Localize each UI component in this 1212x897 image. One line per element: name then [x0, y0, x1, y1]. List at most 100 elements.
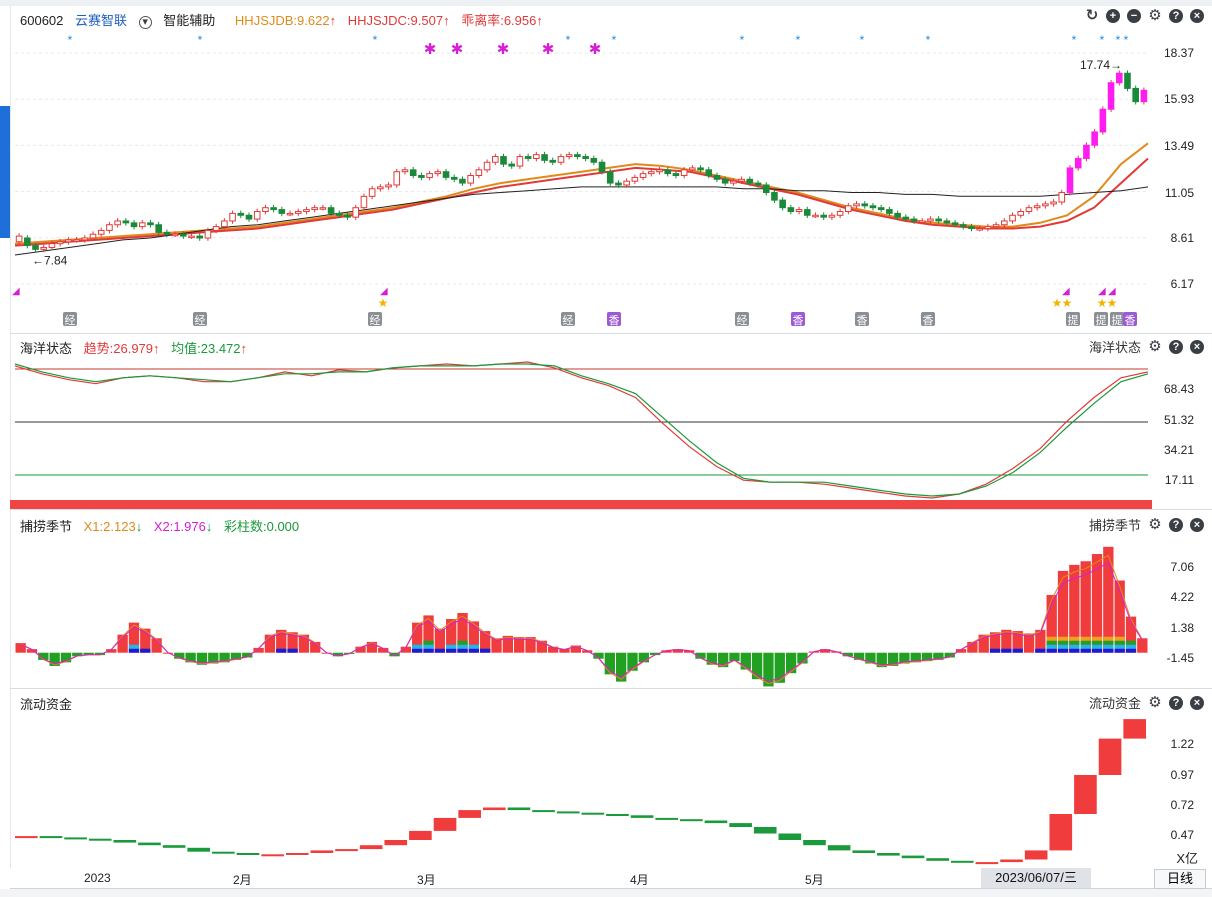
flow-bar	[1098, 738, 1122, 775]
left-sidebar-active-tab[interactable]	[0, 106, 10, 238]
flow-tick: 0.72	[1170, 798, 1194, 812]
flow-bar	[433, 817, 457, 831]
flow-bar	[1000, 859, 1023, 863]
min-price-label: ←7.84	[32, 253, 68, 267]
line-ma	[14, 186, 1149, 256]
price-tick: 13.49	[1163, 139, 1194, 153]
season-color-band	[989, 648, 1001, 653]
candle-body	[803, 209, 811, 216]
period-button[interactable]: 日线	[1154, 869, 1206, 889]
candle-body	[845, 205, 852, 212]
badge-label: 香	[857, 314, 868, 327]
flow-bar	[409, 830, 432, 840]
candle-body	[196, 235, 204, 239]
flow-bar	[39, 836, 63, 839]
candle-body	[1025, 207, 1033, 212]
line-x2	[20, 561, 1143, 682]
candle-body	[434, 171, 442, 175]
season-color-band	[1125, 648, 1137, 653]
season-color-band	[1080, 648, 1091, 653]
flow-bar	[1049, 814, 1073, 851]
candle-body	[968, 226, 975, 230]
season-color-band	[287, 648, 298, 653]
line-x1	[20, 554, 1143, 685]
badge-label: 香	[1125, 314, 1136, 327]
catch-season-panel: 捕捞季节 X1:2.123↓ X2:1.976↓ 彩柱数:0.000 捕捞季节 …	[10, 512, 1212, 689]
flow-funds-panel: 流动资金 流动资金 ⚙ ? × 1.22 0.97 0.72 0.47 X亿	[10, 690, 1212, 868]
flow-bar	[630, 815, 654, 818]
candle-body	[779, 199, 786, 209]
candle-body	[1099, 108, 1107, 133]
candlestick-chart: 17.74→←7.84* * * * * * * * * * * * *✱ ✱ ✱ ✱ ✱经经经经香经香香香提提…	[12, 33, 1149, 327]
flow-bar	[680, 819, 703, 822]
candle-body	[73, 239, 80, 242]
candle-body	[138, 222, 146, 228]
season-color-band	[1080, 644, 1091, 649]
candle-body	[516, 156, 524, 167]
candle-body	[48, 243, 56, 248]
candle-body	[171, 233, 179, 237]
flow-bar	[285, 853, 309, 855]
signal-star-icon: *	[1072, 33, 1077, 47]
trend-line	[14, 361, 1149, 499]
candle-body	[1124, 72, 1131, 89]
signal-star-icon: *	[926, 33, 931, 47]
ocean-state-chart	[10, 361, 1152, 509]
candle-body	[491, 156, 499, 163]
badge-label: 经	[370, 314, 381, 327]
badge-label: 香	[609, 314, 620, 327]
flow-unit: X亿	[1176, 851, 1198, 866]
candle-body	[97, 229, 105, 235]
candle-body	[894, 212, 901, 218]
candle-body	[664, 169, 672, 175]
candle-body	[1033, 205, 1041, 209]
candle-body	[557, 156, 565, 163]
candle-body	[754, 182, 762, 186]
season-color-band	[423, 640, 434, 645]
flow-bar	[138, 842, 161, 846]
signal-star-icon: *	[860, 33, 865, 47]
season-color-band	[457, 640, 468, 645]
candle-body	[927, 218, 934, 222]
candle-body	[647, 171, 655, 175]
candle-body	[672, 173, 680, 177]
candle-body	[1091, 131, 1098, 146]
candle-body	[221, 220, 228, 228]
candle-body	[426, 173, 433, 178]
badge-label: 提	[1068, 314, 1079, 327]
candle-body	[1042, 203, 1049, 207]
candle-body	[1115, 72, 1123, 84]
flow-bar	[606, 814, 629, 816]
season-color-band	[468, 648, 480, 653]
candle-body	[721, 178, 729, 184]
candle-body	[188, 235, 195, 239]
candle-body	[475, 169, 483, 177]
candle-body	[237, 212, 245, 216]
candle-body	[549, 159, 557, 163]
candle-body	[1066, 167, 1074, 194]
candle-body	[56, 241, 64, 245]
season-color-band	[1069, 648, 1080, 653]
candle-body	[253, 210, 261, 220]
season-bar	[1137, 638, 1148, 653]
bottom-tab-bar	[0, 889, 1212, 897]
ocean-state-panel: 海洋状态 趋势:26.979↑ 均值:23.472↑ 海洋状态 ⚙ ? × 68…	[10, 334, 1212, 510]
candle-body	[418, 175, 425, 178]
flow-bar	[384, 840, 408, 846]
candle-body	[615, 182, 622, 186]
season-color-band	[1069, 640, 1080, 645]
candle-body	[352, 207, 360, 218]
flag-icon: ◢	[1098, 286, 1106, 297]
signal-star-icon: *	[796, 33, 801, 47]
candle-body	[730, 180, 737, 184]
candle-body	[409, 169, 417, 177]
flow-bar	[507, 807, 531, 811]
signal-burst-icon: ✱	[497, 41, 510, 58]
season-color-band	[1046, 640, 1057, 645]
flow-bar	[827, 845, 851, 851]
season-color-band	[1046, 636, 1057, 641]
signal-burst-icon: ✱	[589, 41, 602, 58]
flow-bar	[704, 820, 728, 824]
flow-bar	[113, 840, 137, 843]
flow-tick: 0.97	[1170, 768, 1194, 782]
